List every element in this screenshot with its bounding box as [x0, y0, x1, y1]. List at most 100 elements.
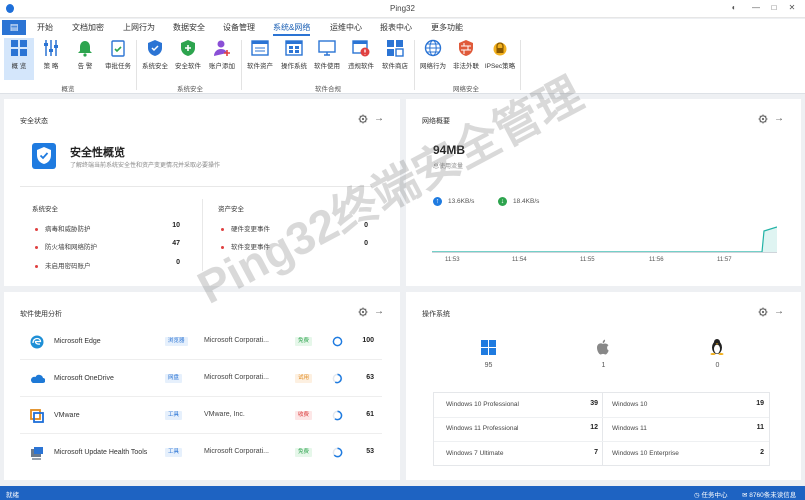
store-icon	[387, 40, 404, 57]
software-name: Microsoft OneDrive	[54, 375, 114, 382]
software-row[interactable]: Microsoft Edge 浏览器 Microsoft Corporati..…	[20, 323, 382, 360]
ribbon-software-store-button[interactable]: 软件商店	[380, 38, 410, 80]
software-name: VMware	[54, 412, 80, 419]
firewall-icon	[459, 40, 473, 56]
risk-row-firewall[interactable]: 防火墙和网络防护	[35, 241, 97, 251]
ribbon-alarm-button[interactable]: 告 警	[70, 38, 100, 80]
arrow-right-icon[interactable]: →	[374, 113, 384, 124]
ribbon-group-system-security: 系统安全	[177, 86, 203, 93]
theme-toggle-icon[interactable]: ◐	[728, 3, 740, 12]
ribbon-system-security-button[interactable]: 系统安全	[140, 38, 170, 80]
mac-count: 1	[601, 362, 606, 369]
ribbon-security-software-button[interactable]: 安全软件	[173, 38, 203, 80]
software-row[interactable]: Microsoft OneDrive 网盘 Microsoft Corporat…	[20, 360, 382, 397]
download-speed: 18.4KB/s	[513, 198, 540, 205]
arrow-right-icon[interactable]: →	[374, 306, 384, 317]
ribbon-network-behavior-button[interactable]: 网络行为	[418, 38, 448, 80]
software-category-tag: 浏览器	[165, 337, 188, 346]
traffic-area	[432, 227, 777, 253]
risk-row-label: 防火墙和网络防护	[45, 244, 97, 251]
ipsec-lock-icon	[493, 42, 507, 56]
risk-row-virus[interactable]: 病毒和威胁防护	[35, 223, 91, 233]
ribbon-os-button[interactable]: 操作系统	[279, 38, 309, 80]
risk-row-no-password[interactable]: 未启用密码账户	[35, 260, 91, 270]
menu-doc-encryption[interactable]: 文档加密	[72, 22, 104, 33]
gear-icon[interactable]	[758, 307, 768, 317]
ribbon-account-add-button[interactable]: 账户添加	[207, 38, 237, 80]
network-overview-card: 网络概要 → 94MB 总使用流量 ↑ 13.6KB/s ↓ 18.4KB/s …	[406, 99, 801, 286]
time-tick: 11:55	[580, 257, 595, 263]
messages-link[interactable]: ✉ 8760条未读信息	[742, 489, 796, 499]
asset-row-hardware[interactable]: 硬件变更事件	[221, 223, 270, 233]
divider	[434, 441, 769, 442]
menu-start[interactable]: 开始	[37, 22, 53, 33]
window-warning-icon	[352, 40, 370, 57]
vmware-icon	[30, 409, 44, 423]
maximize-button[interactable]: □	[768, 3, 780, 12]
close-button[interactable]: ✕	[786, 3, 798, 12]
ribbon-ipsec-button[interactable]: IPSec策略	[485, 38, 515, 80]
security-status-title: 安全状态	[20, 118, 48, 125]
gear-icon[interactable]	[758, 114, 768, 124]
ribbon-group-overview: 概览	[61, 86, 75, 93]
software-name: Microsoft Update Health Tools	[54, 449, 148, 456]
asset-row-value: 0	[364, 240, 368, 247]
minimize-button[interactable]: —	[750, 3, 762, 12]
software-row[interactable]: VMware 工具 VMware, Inc. 收费 61	[20, 397, 382, 434]
menu-more-features[interactable]: 更多功能	[431, 22, 463, 33]
software-usage-title: 软件使用分析	[20, 311, 62, 318]
ribbon-group-network-security: 网络安全	[453, 86, 479, 93]
os-version-count: 11	[756, 424, 764, 431]
clipboard-check-icon	[111, 40, 125, 57]
ribbon-software-assets-button[interactable]: 软件资产	[245, 38, 275, 80]
menu-ops-center[interactable]: 运维中心	[330, 22, 362, 33]
software-license-tag: 试用	[295, 374, 313, 383]
time-tick: 11:57	[717, 257, 732, 263]
time-tick: 11:54	[512, 257, 527, 263]
status-bar: 就绪 ◷ 任务中心 ✉ 8760条未读信息	[0, 486, 805, 500]
apple-icon[interactable]	[596, 339, 610, 355]
windows-icon[interactable]	[481, 340, 496, 355]
os-version-count: 7	[594, 449, 598, 456]
network-overview-title: 网络概要	[422, 118, 450, 125]
update-tools-icon	[31, 447, 43, 460]
software-license-tag: 免费	[295, 337, 313, 346]
ribbon-illegal-outreach-button[interactable]: 非法外联	[451, 38, 481, 80]
ribbon-policy-button[interactable]: 策 略	[36, 38, 66, 80]
ribbon-software-usage-button[interactable]: 软件使用	[312, 38, 342, 80]
software-name: Microsoft Edge	[54, 338, 101, 345]
asset-row-value: 0	[364, 222, 368, 229]
gear-icon[interactable]	[358, 114, 368, 124]
os-version-count: 39	[590, 400, 598, 407]
usage-ring-icon	[332, 336, 343, 347]
menu-report-center[interactable]: 报表中心	[380, 22, 412, 33]
menu-system-network[interactable]: 系统&网络	[273, 22, 311, 36]
risk-row-value: 10	[172, 222, 180, 229]
window-title: Ping32	[390, 4, 415, 13]
menu-device-management[interactable]: 设备管理	[223, 22, 255, 33]
ribbon-approval-label: 审批任务	[105, 63, 131, 70]
task-center-link[interactable]: ◷ 任务中心	[694, 489, 727, 499]
globe-icon	[424, 39, 442, 57]
window-grid-icon	[285, 40, 303, 56]
linux-icon[interactable]	[710, 338, 724, 355]
gear-icon[interactable]	[358, 307, 368, 317]
menu-data-security[interactable]: 数据安全	[173, 22, 205, 33]
menu-web-behavior[interactable]: 上网行为	[123, 22, 155, 33]
arrow-right-icon[interactable]: →	[774, 113, 784, 124]
ribbon-approval-button[interactable]: 审批任务	[103, 38, 133, 80]
ribbon-illegal-software-button[interactable]: 违规软件	[346, 38, 376, 80]
software-row[interactable]: Microsoft Update Health Tools 工具 Microso…	[20, 434, 382, 471]
security-shield-icon	[32, 143, 56, 169]
software-license-tag: 免费	[295, 448, 313, 457]
os-version-name: Windows 11 Professional	[446, 425, 519, 432]
arrow-right-icon[interactable]: →	[774, 306, 784, 317]
security-subtitle: 了解终端当前系统安全性和资产变更情况并采取必要操作	[70, 163, 221, 169]
ribbon-overview-button[interactable]: 概 览	[4, 38, 34, 80]
asset-row-software[interactable]: 软件变更事件	[221, 241, 270, 251]
home-menu-button[interactable]: ▤	[2, 20, 26, 35]
messages-label: 8760条未读信息	[749, 492, 797, 499]
software-usage-count: 63	[366, 374, 374, 381]
divider	[602, 393, 603, 465]
linux-count: 0	[715, 362, 720, 369]
